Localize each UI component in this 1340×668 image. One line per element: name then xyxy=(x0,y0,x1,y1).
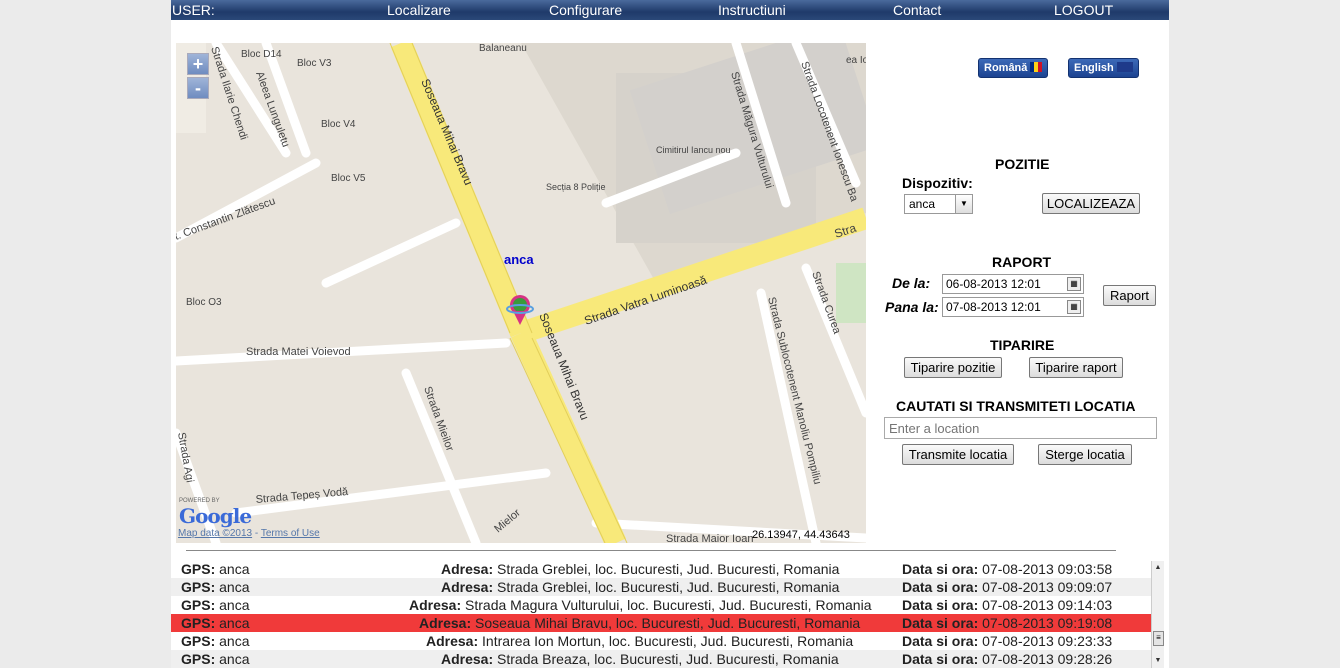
marker-label: anca xyxy=(504,252,534,267)
gps-cell: GPS: anca xyxy=(181,579,250,595)
table-row[interactable]: GPS: anca Adresa: Intrarea Ion Mortun, lo… xyxy=(171,632,1164,650)
terms-link[interactable]: Terms of Use xyxy=(261,528,320,539)
map-data-link[interactable]: Map data ©2013 xyxy=(178,528,252,539)
tiparire-pozitie-button[interactable]: Tiparire pozitie xyxy=(904,357,1002,378)
table-row[interactable]: GPS: anca Adresa: Strada Greblei, loc. Bu… xyxy=(171,578,1164,596)
nav-localizare[interactable]: Localizare xyxy=(387,2,451,18)
address-cell: Adresa: Strada Greblei, loc. Bucuresti, … xyxy=(441,579,840,595)
map-view[interactable]: Balaneanu Bloc D14 Bloc V3 Bloc V4 Bloc … xyxy=(176,43,866,543)
raport-title: RAPORT xyxy=(992,254,1052,270)
pozitie-title: POZITIE xyxy=(995,156,1050,172)
flag-ro-icon xyxy=(1030,62,1043,72)
address-cell: Adresa: Strada Magura Vulturului, loc. B… xyxy=(409,597,872,613)
gps-cell: GPS: anca xyxy=(181,561,250,577)
address-cell: Adresa: Strada Greblei, loc. Bucuresti, … xyxy=(441,561,840,577)
google-logo: POWERED BY Google xyxy=(179,498,252,528)
transmite-locatia-button[interactable]: Transmite locatia xyxy=(902,444,1014,465)
lang-english-button[interactable]: English xyxy=(1068,58,1139,78)
map-label-sectia: Secția 8 Poliție xyxy=(546,182,606,192)
gps-cell: GPS: anca xyxy=(181,651,250,667)
datetime-cell: Data si ora: 07-08-2013 09:03:58 xyxy=(902,561,1113,577)
control-panel: Română English POZITIE Dispozitiv: anca … xyxy=(871,43,1169,543)
gps-cell: GPS: anca xyxy=(181,615,250,631)
address-cell: Adresa: Soseaua Mihai Bravu, loc. Bucure… xyxy=(419,615,861,631)
cautati-title: CAUTATI SI TRANSMITETI LOCATIA xyxy=(896,398,1136,414)
date-from-field[interactable]: 06-08-2013 12:01 ▦ xyxy=(942,274,1084,294)
table-row[interactable]: GPS: anca Adresa: Strada Breaza, loc. Buc… xyxy=(171,650,1164,668)
table-row[interactable]: GPS: anca Adresa: Strada Greblei, loc. Bu… xyxy=(171,560,1164,578)
zoom-out-button[interactable]: - xyxy=(187,77,209,99)
localizeaza-button[interactable]: LOCALIZEAZA xyxy=(1042,193,1140,214)
nav-instructiuni[interactable]: Instructiuni xyxy=(718,2,786,18)
calendar-icon[interactable]: ▦ xyxy=(1067,300,1081,314)
table-row[interactable]: GPS: anca Adresa: Soseaua Mihai Bravu, lo… xyxy=(171,614,1164,632)
gps-cell: GPS: anca xyxy=(181,597,250,613)
map-label-cimitirul: Cimitirul Iancu nou xyxy=(656,145,731,155)
scroll-up-icon[interactable]: ▲ xyxy=(1152,561,1164,575)
datetime-cell: Data si ora: 07-08-2013 09:14:03 xyxy=(902,597,1113,613)
gps-cell: GPS: anca xyxy=(181,633,250,649)
map-label-bloc-v4: Bloc V4 xyxy=(321,119,356,130)
map-label-matei: Strada Matei Voievod xyxy=(246,346,351,358)
table-row[interactable]: GPS: anca Adresa: Strada Magura Vulturulu… xyxy=(171,596,1164,614)
location-search-input[interactable] xyxy=(884,417,1157,439)
nav-contact[interactable]: Contact xyxy=(893,2,941,18)
gps-log-list[interactable]: GPS: anca Adresa: Strada Greblei, loc. Bu… xyxy=(171,560,1164,668)
tiparire-title: TIPARIRE xyxy=(990,337,1055,353)
map-label-bloc-v5: Bloc V5 xyxy=(331,173,366,184)
pana-la-label: Pana la: xyxy=(885,299,939,315)
address-cell: Adresa: Intrarea Ion Mortun, loc. Bucure… xyxy=(426,633,854,649)
sterge-locatia-button[interactable]: Sterge locatia xyxy=(1038,444,1132,465)
flag-uk-icon xyxy=(1116,62,1133,72)
datetime-cell: Data si ora: 07-08-2013 09:23:33 xyxy=(902,633,1113,649)
scroll-thumb[interactable]: ≡ xyxy=(1153,631,1164,646)
device-select[interactable]: anca ▼ xyxy=(904,194,973,214)
chevron-down-icon: ▼ xyxy=(955,195,972,213)
de-la-label: De la: xyxy=(892,275,931,291)
nav-configurare[interactable]: Configurare xyxy=(549,2,622,18)
top-nav: USER: Localizare Configurare Instructiun… xyxy=(171,0,1169,20)
log-scrollbar[interactable]: ▲ ≡ ▼ xyxy=(1151,561,1164,668)
lang-romana-button[interactable]: Română xyxy=(978,58,1049,78)
dispozitiv-label: Dispozitiv: xyxy=(902,175,973,191)
datetime-cell: Data si ora: 07-08-2013 09:19:08 xyxy=(902,615,1113,631)
separator xyxy=(186,550,1116,551)
date-to-field[interactable]: 07-08-2013 12:01 ▦ xyxy=(942,297,1084,317)
map-label-ion: ea Ion B xyxy=(846,55,866,66)
map-label-bloc-v3: Bloc V3 xyxy=(297,58,332,69)
map-label-bloc-d14: Bloc D14 xyxy=(241,49,282,60)
calendar-icon[interactable]: ▦ xyxy=(1067,277,1081,291)
address-cell: Adresa: Strada Breaza, loc. Bucuresti, J… xyxy=(441,651,839,667)
map-coordinates: 26.13947, 44.43643 xyxy=(752,529,850,541)
nav-user: USER: xyxy=(172,2,215,18)
datetime-cell: Data si ora: 07-08-2013 09:28:26 xyxy=(902,651,1113,667)
map-attribution: Map data ©2013 - Terms of Use xyxy=(178,528,320,539)
scroll-down-icon[interactable]: ▼ xyxy=(1152,654,1164,668)
raport-button[interactable]: Raport xyxy=(1103,285,1156,306)
datetime-cell: Data si ora: 07-08-2013 09:09:07 xyxy=(902,579,1113,595)
zoom-in-button[interactable]: + xyxy=(187,53,209,75)
nav-logout[interactable]: LOGOUT xyxy=(1054,2,1113,18)
map-label-bloc-o3: Bloc O3 xyxy=(186,297,222,308)
map-label-maior: Strada Maior Ioan xyxy=(666,533,753,543)
map-canvas: Balaneanu Bloc D14 Bloc V3 Bloc V4 Bloc … xyxy=(176,43,866,543)
map-label-balaneanu: Balaneanu xyxy=(479,43,527,54)
tiparire-raport-button[interactable]: Tiparire raport xyxy=(1029,357,1123,378)
